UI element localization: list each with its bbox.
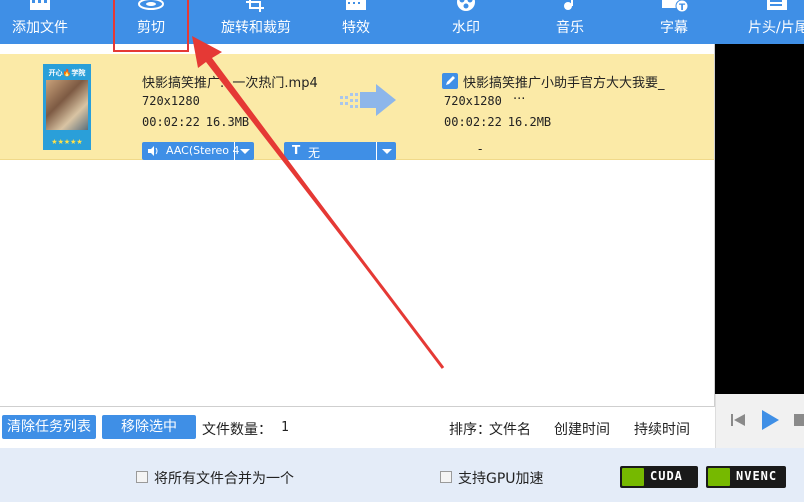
watermark-icon: [457, 0, 475, 11]
thumbnail-stars: ★★★★★: [51, 138, 83, 146]
subtitle-select[interactable]: T 无: [284, 142, 396, 160]
sort-by-name[interactable]: 文件名: [489, 419, 531, 439]
task-row[interactable]: 开心🔥学院 ★★★★★ 快影搞笑推广...一次热门.mp4 720x1280 0…: [0, 54, 714, 160]
footer-bar: 将所有文件合并为一个 支持GPU加速 CUDA NVENC: [0, 448, 804, 502]
thumbnail-photo: [46, 80, 88, 130]
previous-icon[interactable]: [730, 412, 746, 428]
subtitle-t-icon: T: [292, 143, 301, 157]
output-extra: -: [478, 142, 483, 156]
action-bar: 清除任务列表 移除选中 文件数量： 1 排序： 文件名 创建时间 持续时间: [0, 406, 715, 448]
nvenc-badge-label: NVENC: [736, 469, 778, 483]
output-duration-size: 00:02:22 16.2MB: [444, 115, 551, 129]
film-add-icon: [30, 0, 50, 10]
task-list: 开心🔥学院 ★★★★★ 快影搞笑推广...一次热门.mp4 720x1280 0…: [0, 44, 715, 406]
video-preview: [715, 44, 804, 394]
stop-icon[interactable]: [794, 414, 804, 426]
intro-outro-icon: [767, 0, 787, 10]
scissors-icon: [138, 0, 164, 10]
source-resolution: 720x1280: [142, 94, 200, 108]
chevron-down-icon[interactable]: [234, 142, 254, 160]
cuda-badge: CUDA: [620, 466, 698, 488]
file-count-label: 文件数量：: [202, 422, 272, 438]
subtitle-icon: T: [662, 0, 688, 12]
rotate-crop-button[interactable]: 旋转和裁剪: [210, 0, 302, 44]
main-toolbar: 添加文件 剪切 旋转和裁剪 * 特效: [0, 0, 804, 44]
cut-label: 剪切: [137, 20, 165, 36]
audio-track-select[interactable]: AAC(Stereo 4: [142, 142, 254, 160]
source-duration-size: 00:02:22 16.3MB: [142, 115, 249, 129]
speaker-icon: [148, 146, 158, 156]
nvidia-eye-icon: [708, 468, 730, 486]
subtitle-button[interactable]: T 字幕: [640, 0, 708, 44]
gpu-checkbox[interactable]: [440, 471, 452, 483]
rotate-crop-label: 旋转和裁剪: [221, 20, 291, 36]
nvidia-eye-icon: [622, 468, 644, 486]
merge-label: 将所有文件合并为一个: [154, 471, 294, 487]
audio-track-value: AAC(Stereo 4: [166, 144, 240, 157]
source-file-name: 快影搞笑推广...一次热门.mp4: [142, 76, 318, 91]
sort-by-created[interactable]: 创建时间: [554, 419, 610, 439]
cuda-badge-label: CUDA: [650, 469, 683, 483]
preview-controls: [715, 394, 804, 448]
sort-label: 排序：: [449, 422, 491, 438]
intro-outro-button[interactable]: 片头/片尾: [742, 0, 804, 44]
svg-text:T: T: [679, 3, 686, 12]
merge-checkbox[interactable]: [136, 471, 148, 483]
watermark-button[interactable]: 水印: [432, 0, 500, 44]
app-window: 添加文件 剪切 旋转和裁剪 * 特效: [0, 0, 804, 502]
sort-by-duration[interactable]: 持续时间: [634, 419, 690, 439]
nvenc-badge: NVENC: [706, 466, 786, 488]
output-size: 16.2MB: [507, 115, 552, 129]
music-button[interactable]: 音乐: [536, 0, 604, 44]
effects-button[interactable]: * 特效: [322, 0, 390, 44]
thumbnail-title: 开心🔥学院: [48, 69, 86, 77]
clear-task-list-button[interactable]: 清除任务列表: [2, 415, 96, 439]
effects-label: 特效: [342, 20, 370, 36]
remove-selected-button[interactable]: 移除选中: [102, 415, 196, 439]
source-duration: 00:02:22: [142, 115, 200, 129]
add-file-label: 添加文件: [12, 20, 68, 36]
music-icon: [564, 0, 573, 10]
output-more-options[interactable]: ···: [513, 92, 525, 107]
output-file-name[interactable]: 快影搞笑推广小助手官方大大我要_: [463, 72, 665, 91]
convert-arrow-icon: [340, 84, 396, 116]
music-label: 音乐: [556, 20, 584, 36]
subtitle-label: 字幕: [660, 20, 688, 36]
chevron-down-icon[interactable]: [376, 142, 396, 160]
watermark-label: 水印: [452, 20, 480, 36]
output-duration: 00:02:22: [444, 115, 502, 129]
add-file-button[interactable]: 添加文件: [0, 0, 80, 44]
file-count-value: 1: [281, 420, 289, 435]
video-thumbnail[interactable]: 开心🔥学院 ★★★★★: [43, 64, 91, 150]
play-icon[interactable]: [760, 409, 780, 431]
intro-outro-label: 片头/片尾: [748, 20, 804, 36]
effects-icon: *: [346, 0, 370, 10]
output-resolution: 720x1280: [444, 94, 502, 108]
source-size: 16.3MB: [205, 115, 250, 129]
edit-output-name-icon[interactable]: [442, 73, 458, 89]
cut-button[interactable]: 剪切: [113, 0, 189, 44]
gpu-label: 支持GPU加速: [458, 471, 544, 487]
rotate-crop-icon: [246, 0, 264, 12]
subtitle-value: 无: [308, 146, 321, 160]
svg-text:*: *: [367, 0, 370, 2]
